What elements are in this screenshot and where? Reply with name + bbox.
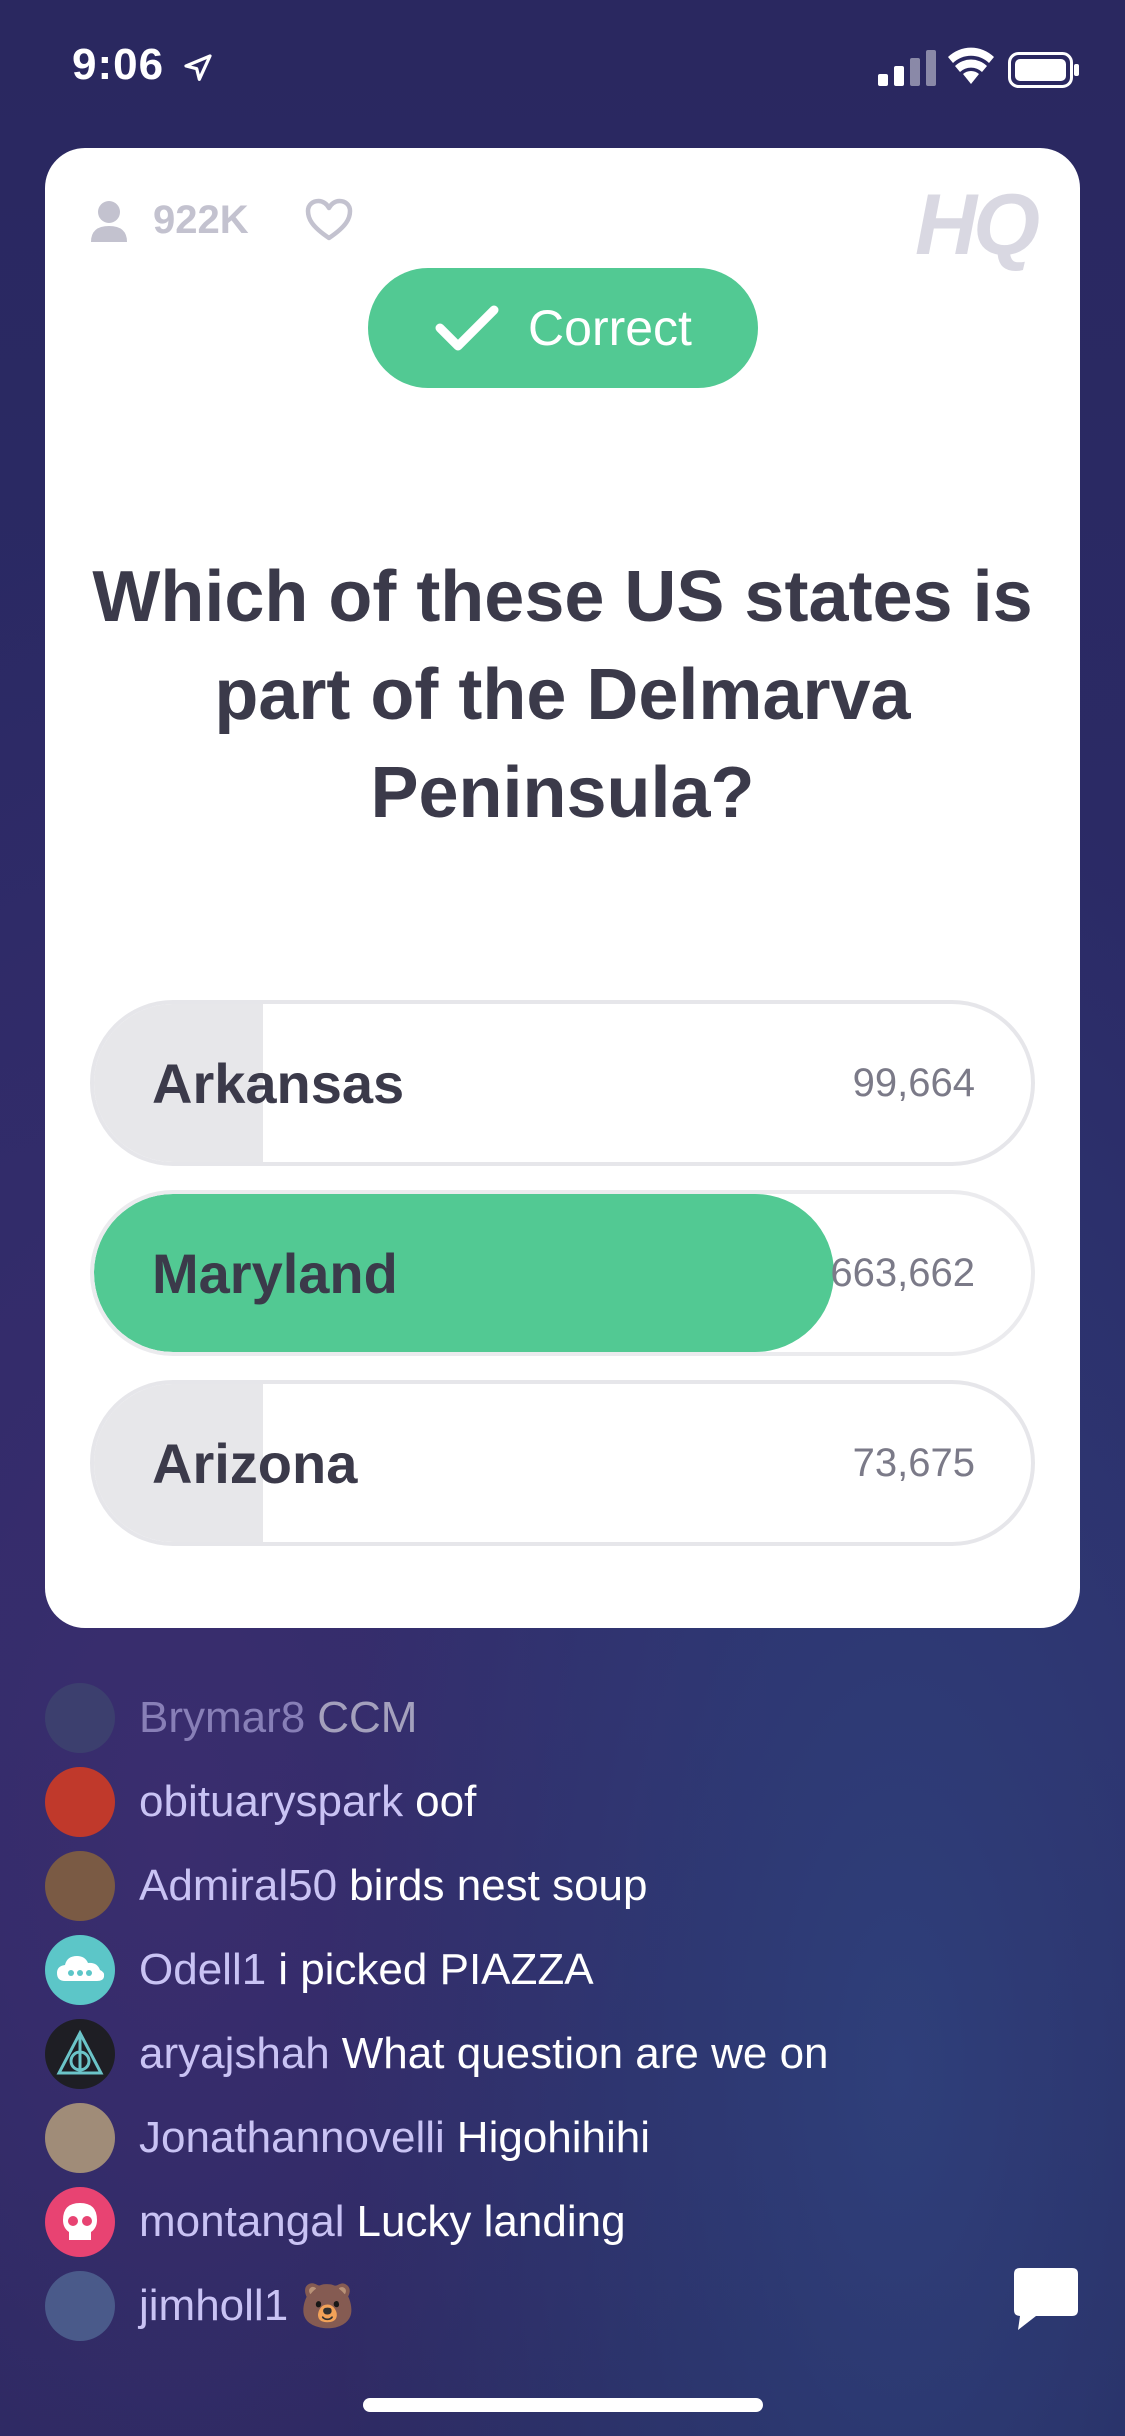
chat-text: Lucky landing: [356, 2197, 626, 2246]
player-count: 922K: [89, 198, 249, 243]
correct-badge: Correct: [368, 268, 758, 388]
chat-username[interactable]: montangal: [139, 2197, 344, 2247]
cloud-icon: [57, 1956, 105, 1981]
avatar[interactable]: [45, 2019, 115, 2089]
chat-feed: Brymar8 CCM obituaryspark oof Admiral50 …: [45, 1676, 1025, 2348]
answer-count: 99,664: [852, 1060, 975, 1105]
chat-message: Odell1 i picked PIAZZA: [45, 1928, 1025, 2012]
checkmark-icon: [435, 305, 499, 351]
status-bar: 9:06: [0, 0, 1125, 140]
person-icon: [91, 200, 127, 242]
avatar[interactable]: [45, 2271, 115, 2341]
battery-icon: [1008, 52, 1079, 88]
chat-text: i picked PIAZZA: [278, 1945, 594, 1994]
correct-badge-label: Correct: [528, 300, 692, 356]
player-count-value: 922K: [153, 198, 249, 242]
avatar[interactable]: [45, 2187, 115, 2257]
hq-logo: HQ: [915, 177, 1040, 273]
answer-option[interactable]: Arizona 73,675: [90, 1380, 1035, 1546]
avatar[interactable]: [45, 2103, 115, 2173]
chat-message: Jonathannovelli Higohihihi: [45, 2096, 1025, 2180]
chat-username[interactable]: obituaryspark: [139, 1777, 403, 1827]
chat-message: obituaryspark oof: [45, 1760, 1025, 1844]
chat-username[interactable]: Odell1: [139, 1945, 266, 1995]
chat-text: CCM: [317, 1693, 418, 1742]
chat-username[interactable]: aryajshah: [139, 2029, 330, 2079]
chat-text: birds nest soup: [349, 1861, 648, 1910]
chat-message: jimholl1 🐻: [45, 2264, 1025, 2348]
triangle-symbol-icon: [56, 2029, 104, 2075]
chat-message: montangal Lucky landing: [45, 2180, 1025, 2264]
chat-username[interactable]: jimholl1: [139, 2281, 288, 2331]
cellular-signal-icon: [878, 50, 936, 86]
status-time: 9:06: [72, 40, 165, 89]
question-card: 922K HQ Correct Which of these US states…: [45, 148, 1080, 1628]
answer-label: Maryland: [152, 1241, 398, 1305]
chat-text: oof: [415, 1777, 477, 1826]
chat-text: 🐻: [300, 2282, 355, 2331]
chat-message: Brymar8 CCM: [45, 1676, 1025, 1760]
skull-icon: [63, 2203, 97, 2240]
chat-message: Admiral50 birds nest soup: [45, 1844, 1025, 1928]
answer-count: 663,662: [830, 1250, 975, 1295]
wifi-icon: [948, 47, 994, 84]
question-text: Which of these US states is part of the …: [92, 557, 1033, 833]
avatar[interactable]: [45, 1683, 115, 1753]
location-arrow-icon: [184, 54, 212, 81]
answer-option[interactable]: Maryland 663,662: [90, 1190, 1035, 1356]
chat-text: What question are we on: [341, 2029, 829, 2078]
chat-username[interactable]: Admiral50: [139, 1861, 337, 1911]
answer-count: 73,675: [852, 1440, 975, 1485]
answer-option[interactable]: Arkansas 99,664: [90, 1000, 1035, 1166]
chat-text: Higohihihi: [456, 2113, 651, 2162]
chat-bubble-icon[interactable]: [1010, 2262, 1082, 2334]
answer-label: Arizona: [152, 1431, 358, 1495]
heart-icon[interactable]: [305, 198, 353, 242]
avatar[interactable]: [45, 1935, 115, 2005]
answer-label: Arkansas: [152, 1051, 405, 1115]
chat-message: aryajshah What question are we on: [45, 2012, 1025, 2096]
chat-username[interactable]: Brymar8: [139, 1693, 305, 1743]
chat-username[interactable]: Jonathannovelli: [139, 2113, 445, 2163]
avatar[interactable]: [45, 1851, 115, 1921]
avatar[interactable]: [45, 1767, 115, 1837]
home-indicator[interactable]: [363, 2398, 763, 2412]
